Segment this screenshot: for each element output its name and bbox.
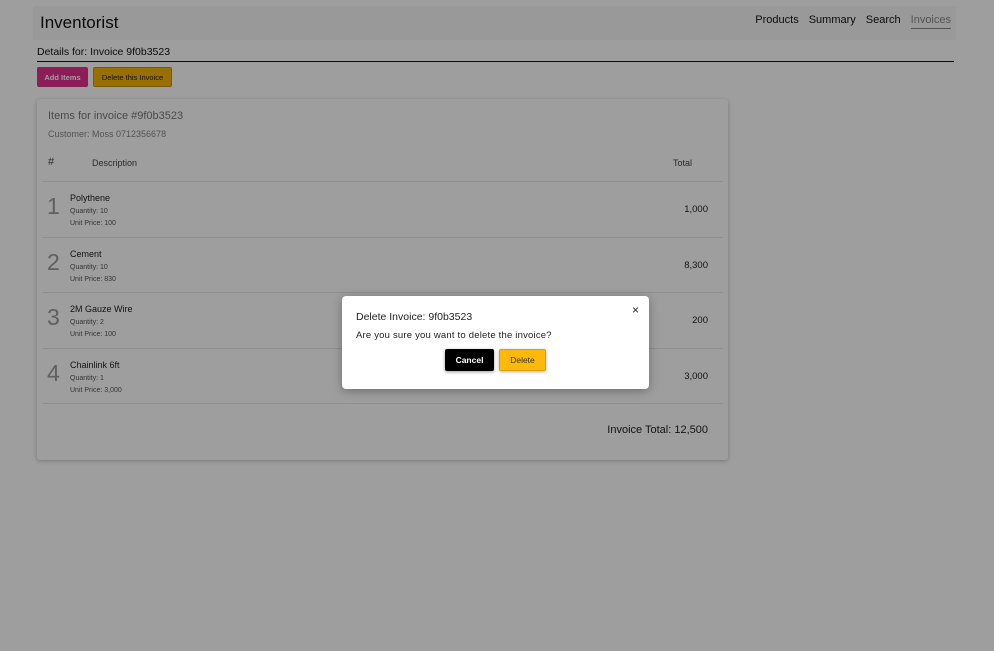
dialog-title: Delete Invoice: 9f0b3523 — [356, 311, 473, 323]
confirm-delete-button[interactable]: Delete — [499, 349, 546, 371]
cancel-button[interactable]: Cancel — [445, 349, 494, 371]
delete-invoice-dialog: Delete Invoice: 9f0b3523 × Are you sure … — [342, 296, 649, 389]
dialog-message: Are you sure you want to delete the invo… — [356, 330, 552, 341]
close-icon[interactable]: × — [632, 303, 639, 317]
